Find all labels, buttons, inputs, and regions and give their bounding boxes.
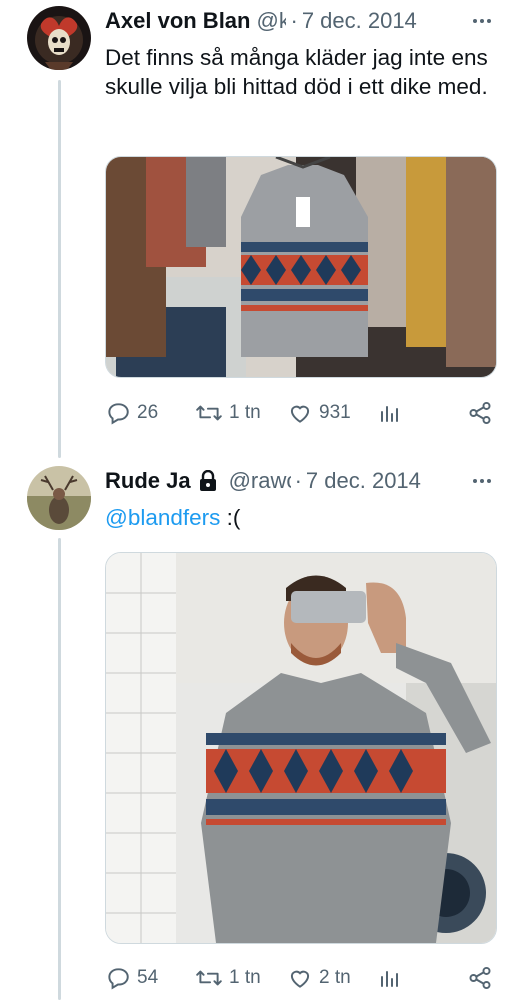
author-handle[interactable]: @rawc xyxy=(229,468,291,494)
retweet-button[interactable]: 1 tn xyxy=(195,400,261,426)
thread-line-2 xyxy=(58,538,61,1000)
tweet-text-body: :( xyxy=(220,505,241,530)
like-count: 2 tn xyxy=(319,967,351,988)
separator-dot: · xyxy=(294,468,302,493)
reply-icon xyxy=(108,968,129,990)
share-button[interactable] xyxy=(467,965,493,991)
tweet-header: Rude Ja @rawc · 7 dec. 2014 xyxy=(105,464,480,498)
tweet-image[interactable] xyxy=(105,156,497,378)
tweet-actions: 54 1 tn 2 tn xyxy=(105,958,495,998)
avatar[interactable] xyxy=(27,466,91,530)
reply-button[interactable]: 26 xyxy=(105,400,158,426)
share-icon xyxy=(469,401,491,425)
tweet-text: Det finns så många kläder jag inte ens s… xyxy=(105,45,488,99)
heart-icon xyxy=(290,970,310,988)
views-button[interactable] xyxy=(377,965,401,991)
more-options-icon[interactable] xyxy=(466,5,498,37)
reply-count: 26 xyxy=(137,402,159,423)
more-options-icon[interactable] xyxy=(466,465,498,497)
reply-button[interactable]: 54 xyxy=(105,965,158,991)
reply-count: 54 xyxy=(137,967,159,988)
retweet-icon xyxy=(196,405,222,421)
mention-link[interactable]: @blandfers xyxy=(105,505,220,530)
tweet-actions: 26 1 tn 931 xyxy=(105,393,495,433)
views-button[interactable] xyxy=(377,400,401,426)
like-count: 931 xyxy=(319,402,351,423)
heart-icon xyxy=(290,405,310,423)
retweet-count: 1 tn xyxy=(229,967,261,988)
tweet-date[interactable]: 7 dec. 2014 xyxy=(302,8,417,34)
tweet-text: @blandfers :( xyxy=(105,503,500,532)
tweet-date[interactable]: 7 dec. 2014 xyxy=(306,468,421,494)
retweet-count: 1 tn xyxy=(229,402,261,423)
retweet-icon xyxy=(196,970,222,986)
sweater-rack-photo xyxy=(106,157,496,377)
analytics-icon xyxy=(381,406,398,422)
selfie-photo xyxy=(106,553,496,943)
lock-icon xyxy=(199,470,217,492)
share-button[interactable] xyxy=(467,400,493,426)
reply-icon xyxy=(108,403,129,425)
separator-dot: · xyxy=(290,8,298,33)
author-handle[interactable]: @k xyxy=(256,8,286,34)
retweet-button[interactable]: 1 tn xyxy=(195,965,261,991)
avatar[interactable] xyxy=(27,6,91,70)
thread-line xyxy=(58,80,61,458)
like-button[interactable]: 2 tn xyxy=(287,965,351,991)
author-name[interactable]: Rude Ja xyxy=(105,468,191,494)
tweet-image[interactable] xyxy=(105,552,497,944)
author-name[interactable]: Axel von Blan xyxy=(105,8,250,34)
analytics-icon xyxy=(381,971,398,987)
tweet-header: Axel von Blan @k · 7 dec. 2014 xyxy=(105,4,480,38)
like-button[interactable]: 931 xyxy=(287,400,351,426)
share-icon xyxy=(469,966,491,990)
